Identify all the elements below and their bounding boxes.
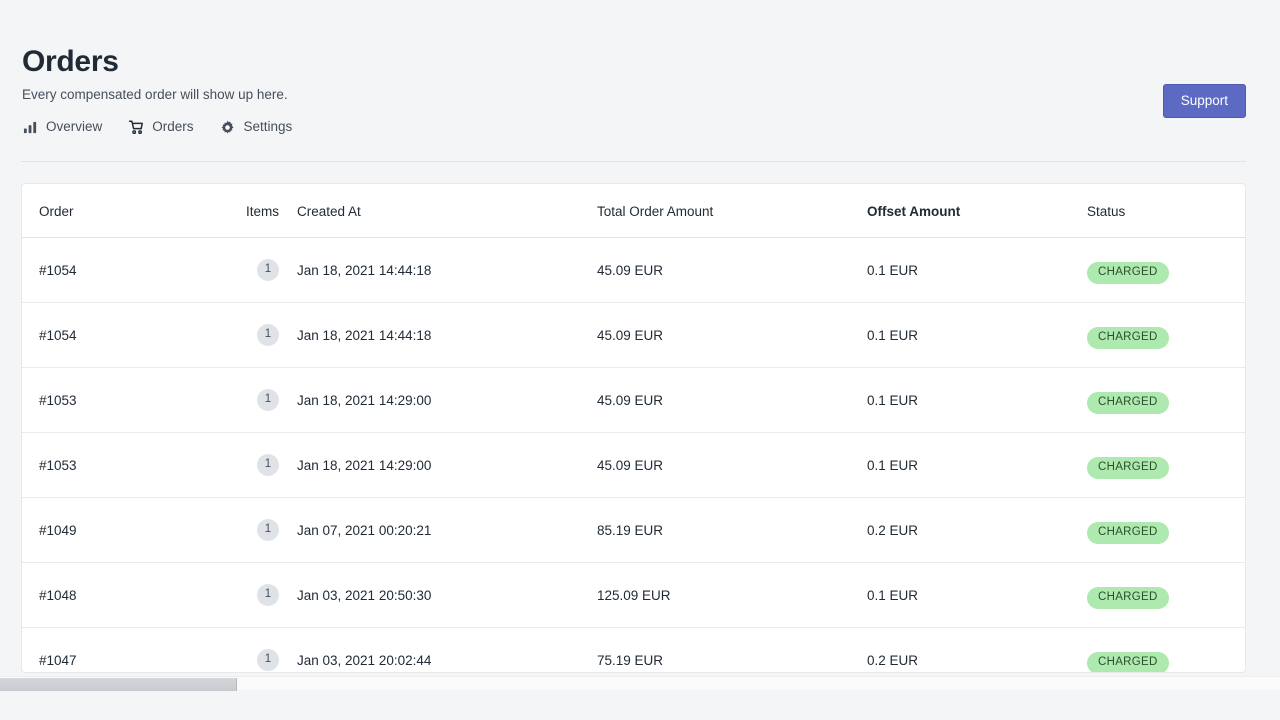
- cell-items: 1: [222, 433, 297, 498]
- items-count-badge: 1: [257, 519, 279, 541]
- gear-icon: [220, 119, 236, 135]
- table-row[interactable]: #1049 1 Jan 07, 2021 00:20:2185.19 EUR0.2 …: [22, 498, 1246, 563]
- cell-order: #1053: [22, 368, 222, 433]
- table-row[interactable]: #1053 1 Jan 18, 2021 14:29:0045.09 EUR0.1 …: [22, 433, 1246, 498]
- column-header-status[interactable]: Status: [1087, 184, 1246, 238]
- page-header: Orders Every compensated order will show…: [0, 0, 1280, 136]
- cell-items: 1: [222, 498, 297, 563]
- cell-total-order-amount: 125.09 EUR: [597, 563, 867, 628]
- nav-tab-settings-label: Settings: [244, 118, 293, 136]
- cell-total-order-amount: 45.09 EUR: [597, 433, 867, 498]
- column-header-total-order-amount[interactable]: Total Order Amount: [597, 184, 867, 238]
- shopping-cart-icon: [128, 119, 144, 135]
- cell-created-at: Jan 03, 2021 20:50:30: [297, 563, 597, 628]
- items-count-badge: 1: [257, 259, 279, 281]
- column-header-offset-amount[interactable]: Offset Amount: [867, 184, 1087, 238]
- cell-offset-amount: 0.2 EUR: [867, 498, 1087, 563]
- nav-tab-overview[interactable]: Overview: [22, 118, 102, 136]
- items-count-badge: 1: [257, 324, 279, 346]
- cell-offset-amount: 0.2 EUR: [867, 628, 1087, 674]
- status-badge: CHARGED: [1087, 392, 1169, 414]
- cell-order: #1049: [22, 498, 222, 563]
- status-badge: CHARGED: [1087, 522, 1169, 544]
- items-count-badge: 1: [257, 649, 279, 671]
- page-subtitle: Every compensated order will show up her…: [22, 86, 1246, 104]
- cell-created-at: Jan 18, 2021 14:29:00: [297, 433, 597, 498]
- cell-total-order-amount: 45.09 EUR: [597, 303, 867, 368]
- cell-total-order-amount: 45.09 EUR: [597, 368, 867, 433]
- table-header: Order Items Created At Total Order Amoun…: [22, 184, 1246, 238]
- table-body: #10541Jan 18, 2021 14:44:1845.09 EUR0.1 …: [22, 238, 1246, 674]
- page-title: Orders: [22, 44, 1246, 80]
- cell-offset-amount: 0.1 EUR: [867, 433, 1087, 498]
- cell-offset-amount: 0.1 EUR: [867, 303, 1087, 368]
- cell-offset-amount: 0.1 EUR: [867, 238, 1087, 303]
- cell-order: #1054: [22, 303, 222, 368]
- cell-status: CHARGED: [1087, 368, 1246, 433]
- cell-items: 1: [222, 628, 297, 674]
- cell-order: #1047: [22, 628, 222, 674]
- cell-order: #1053: [22, 433, 222, 498]
- cell-total-order-amount: 85.19 EUR: [597, 498, 867, 563]
- column-header-created-at[interactable]: Created At: [297, 184, 597, 238]
- horizontal-scrollbar-thumb[interactable]: [0, 678, 237, 691]
- cell-status: CHARGED: [1087, 238, 1246, 303]
- status-badge: CHARGED: [1087, 652, 1169, 673]
- cell-status: CHARGED: [1087, 498, 1246, 563]
- nav-tab-orders[interactable]: Orders: [128, 118, 193, 136]
- header-divider: [21, 161, 1246, 162]
- cell-status: CHARGED: [1087, 303, 1246, 368]
- cell-offset-amount: 0.1 EUR: [867, 368, 1087, 433]
- table-row[interactable]: #1054 1 Jan 18, 2021 14:44:1845.09 EUR0.1 …: [22, 303, 1246, 368]
- cell-created-at: Jan 03, 2021 20:02:44: [297, 628, 597, 674]
- cell-order: #1048: [22, 563, 222, 628]
- orders-table-card: Order Items Created At Total Order Amoun…: [21, 183, 1246, 673]
- horizontal-scrollbar[interactable]: [0, 676, 1280, 690]
- orders-page: Orders Every compensated order will show…: [0, 0, 1280, 720]
- nav-tab-orders-label: Orders: [152, 118, 193, 136]
- cell-created-at: Jan 18, 2021 14:44:18: [297, 238, 597, 303]
- cell-items: 1: [222, 368, 297, 433]
- nav-tab-overview-label: Overview: [46, 118, 102, 136]
- table-row[interactable]: #1048 1 Jan 03, 2021 20:50:30125.09 EUR0.1…: [22, 563, 1246, 628]
- table-row[interactable]: #1053 1 Jan 18, 2021 14:29:0045.09 EUR0.1 …: [22, 368, 1246, 433]
- cell-created-at: Jan 07, 2021 00:20:21: [297, 498, 597, 563]
- table-row[interactable]: #1047 1 Jan 03, 2021 20:02:4475.19 EUR0.2 …: [22, 628, 1246, 674]
- cell-items: 1: [222, 303, 297, 368]
- status-badge: CHARGED: [1087, 587, 1169, 609]
- cell-status: CHARGED: [1087, 628, 1246, 674]
- cell-order: #1054: [22, 238, 222, 303]
- status-badge: CHARGED: [1087, 327, 1169, 349]
- cell-items: 1: [222, 563, 297, 628]
- items-count-badge: 1: [257, 584, 279, 606]
- cell-status: CHARGED: [1087, 433, 1246, 498]
- nav-tabs: Overview Orders: [22, 118, 1246, 136]
- status-badge: CHARGED: [1087, 262, 1169, 284]
- cell-status: CHARGED: [1087, 563, 1246, 628]
- items-count-badge: 1: [257, 454, 279, 476]
- cell-created-at: Jan 18, 2021 14:29:00: [297, 368, 597, 433]
- table-header-row: Order Items Created At Total Order Amoun…: [22, 184, 1246, 238]
- cell-offset-amount: 0.1 EUR: [867, 563, 1087, 628]
- table-row[interactable]: #1054 1 Jan 18, 2021 14:44:1845.09 EUR0.1 …: [22, 238, 1246, 303]
- nav-tab-settings[interactable]: Settings: [220, 118, 293, 136]
- items-count-badge: 1: [257, 389, 279, 411]
- column-header-order[interactable]: Order: [22, 184, 222, 238]
- orders-table: Order Items Created At Total Order Amoun…: [22, 184, 1246, 673]
- cell-items: 1: [222, 238, 297, 303]
- cell-total-order-amount: 75.19 EUR: [597, 628, 867, 674]
- column-header-items[interactable]: Items: [222, 184, 297, 238]
- cell-created-at: Jan 18, 2021 14:44:18: [297, 303, 597, 368]
- cell-total-order-amount: 45.09 EUR: [597, 238, 867, 303]
- bar-chart-icon: [22, 119, 38, 135]
- support-button[interactable]: Support: [1163, 84, 1246, 118]
- status-badge: CHARGED: [1087, 457, 1169, 479]
